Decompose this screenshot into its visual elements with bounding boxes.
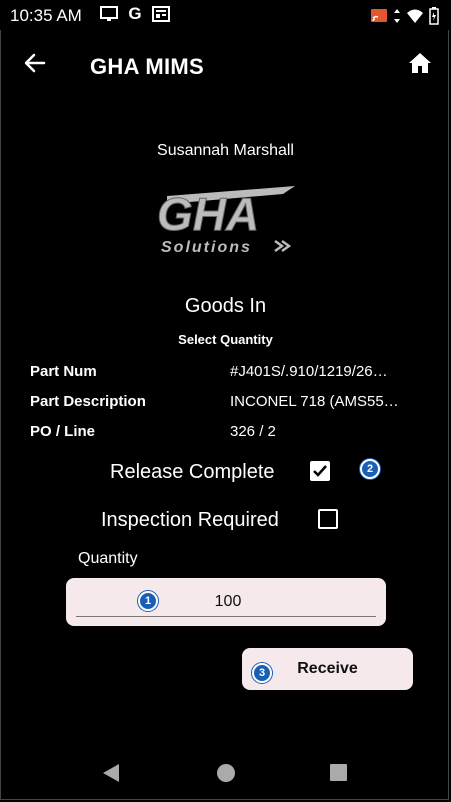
page-subtitle: Select Quantity (178, 332, 273, 347)
nav-home-icon[interactable] (217, 764, 235, 782)
app-title: GHA MIMS (90, 54, 205, 79)
wifi-icon (406, 8, 424, 29)
step-badge-2: 2 (360, 459, 380, 479)
release-complete-checkbox[interactable] (310, 461, 330, 481)
info-label: Part Description (30, 393, 146, 410)
gha-solutions-logo: GHA Solutions (155, 178, 305, 258)
info-label: Part Num (30, 363, 97, 380)
release-complete-label: Release Complete (110, 461, 275, 483)
step-badge-3: 3 (252, 663, 272, 683)
page-title: Goods In (184, 295, 267, 317)
checkmark-icon (313, 465, 327, 477)
info-row-po-line: PO / Line 326 / 2 (30, 423, 430, 445)
status-bar: 10:35 AM G (0, 0, 451, 30)
data-arrows-icon (393, 8, 401, 29)
user-name: Susannah Marshall (157, 142, 294, 159)
inspection-required-checkbox[interactable] (318, 509, 338, 529)
google-g-icon: G (128, 4, 142, 23)
cast-icon (370, 8, 388, 29)
quantity-underline (76, 616, 376, 617)
battery-icon (429, 7, 439, 30)
back-arrow-icon[interactable] (22, 50, 48, 76)
nav-recents-icon[interactable] (330, 764, 347, 781)
nav-back-icon[interactable] (103, 764, 119, 782)
step-badge-1: 1 (138, 591, 158, 611)
news-icon (152, 6, 170, 22)
info-value: #J401S/.910/1219/26… (230, 363, 388, 380)
info-value: INCONEL 718 (AMS55… (230, 393, 399, 410)
inspection-required-label: Inspection Required (101, 509, 279, 531)
logo-sub-text: Solutions (161, 239, 252, 256)
info-row-part-num: Part Num #J401S/.910/1219/26… (30, 363, 430, 385)
quantity-field (66, 578, 386, 626)
quantity-input[interactable] (76, 586, 380, 618)
system-nav-bar (0, 742, 451, 802)
info-row-part-description: Part Description INCONEL 718 (AMS55… (30, 393, 430, 415)
info-value: 326 / 2 (230, 423, 276, 440)
home-icon[interactable] (407, 50, 433, 76)
app-bar: GHA MIMS (0, 30, 451, 102)
cast-screen-icon (100, 6, 118, 22)
logo-main-text: GHA (157, 188, 259, 240)
quantity-label: Quantity (78, 550, 138, 567)
info-label: PO / Line (30, 423, 96, 440)
status-time: 10:35 AM (10, 6, 82, 25)
